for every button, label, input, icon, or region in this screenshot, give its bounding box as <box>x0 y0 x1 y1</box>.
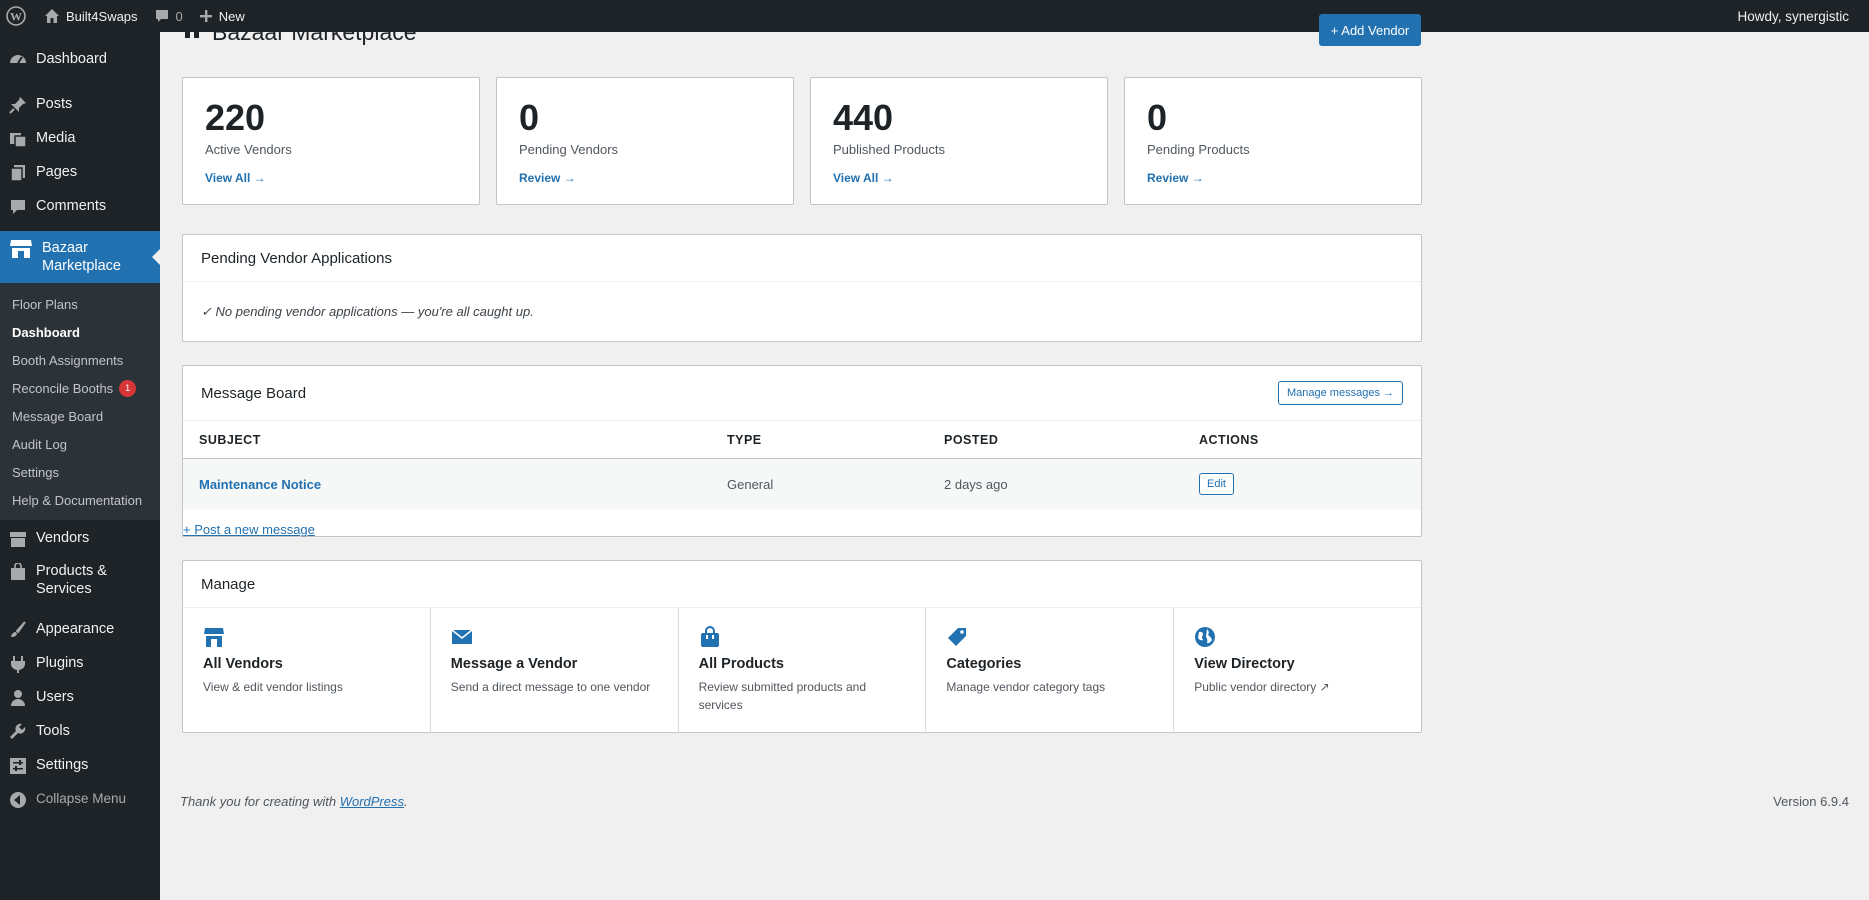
envelope-icon <box>451 626 658 652</box>
manage-view-directory[interactable]: View Directory Public vendor directory ↗ <box>1174 608 1421 733</box>
table-header: SUBJECT TYPE POSTED ACTIONS <box>183 421 1421 459</box>
menu-posts[interactable]: Posts <box>0 87 160 121</box>
store-icon <box>8 239 34 259</box>
store-icon <box>8 529 28 549</box>
reconcile-count-badge: 1 <box>119 379 137 397</box>
panel-title: Manage <box>201 575 256 593</box>
submenu-reconcile-booths[interactable]: Reconcile Booths 1 <box>0 374 160 402</box>
menu-users[interactable]: Users <box>0 680 160 714</box>
store-icon <box>182 20 202 45</box>
view-all-products-link[interactable]: View All → <box>833 171 1085 185</box>
admin-sidebar: Dashboard Posts Media Pages Comments Baz… <box>0 32 160 900</box>
message-subject-link[interactable]: Maintenance Notice <box>199 477 727 492</box>
edit-message-button[interactable]: Edit <box>1199 473 1234 495</box>
media-icon <box>8 129 28 149</box>
brush-icon <box>8 620 28 640</box>
stat-label: Active Vendors <box>205 142 292 157</box>
menu-bazaar-marketplace[interactable]: Bazaar Marketplace <box>0 231 160 283</box>
menu-dashboard[interactable]: Dashboard <box>0 42 160 76</box>
site-name-link[interactable]: Built4Swaps <box>36 0 146 32</box>
submenu-message-board[interactable]: Message Board <box>0 402 160 430</box>
menu-plugins[interactable]: Plugins <box>0 646 160 680</box>
post-new-message-link[interactable]: + Post a new message <box>183 522 315 537</box>
svg-text:W: W <box>10 10 22 24</box>
user-icon <box>8 688 28 708</box>
menu-products-services[interactable]: Products & Services <box>0 554 160 606</box>
menu-comments[interactable]: Comments <box>0 189 160 223</box>
site-name: Built4Swaps <box>66 8 138 24</box>
bag-icon <box>699 626 906 652</box>
empty-state-message: ✓ No pending vendor applications — you'r… <box>201 304 534 319</box>
stat-number: 220 <box>205 97 266 138</box>
menu-vendors[interactable]: Vendors <box>0 520 160 554</box>
footer-thanks: Thank you for creating with WordPress. <box>180 794 408 809</box>
panel-title: Pending Vendor Applications <box>201 249 392 267</box>
submenu-audit-log[interactable]: Audit Log <box>0 430 160 458</box>
wrench-icon <box>8 722 28 742</box>
message-type: General <box>727 476 774 492</box>
column-header-actions: ACTIONS <box>1199 432 1259 447</box>
globe-icon <box>1194 626 1401 652</box>
manage-message-vendor[interactable]: Message a Vendor Send a direct message t… <box>431 608 679 733</box>
stat-number: 0 <box>1147 97 1168 138</box>
column-header-type[interactable]: TYPE <box>727 433 944 447</box>
wordpress-link[interactable]: WordPress <box>340 794 404 809</box>
panel-title: Message Board <box>201 384 307 402</box>
manage-all-vendors[interactable]: All Vendors View & edit vendor listings <box>183 608 431 733</box>
review-vendors-link[interactable]: Review → <box>519 171 771 185</box>
menu-pages[interactable]: Pages <box>0 155 160 189</box>
store-icon <box>203 626 410 652</box>
settings-sliders-icon <box>8 756 28 776</box>
page-title: Bazaar Marketplace <box>212 19 417 45</box>
home-icon <box>44 8 60 24</box>
stat-card-active-vendors: 220 Active Vendors View All → <box>182 77 480 205</box>
column-header-subject[interactable]: SUBJECT <box>199 433 727 447</box>
manage-messages-button[interactable]: Manage messages → <box>1278 381 1403 405</box>
manage-categories[interactable]: Categories Manage vendor category tags <box>926 608 1175 733</box>
plug-icon <box>8 654 28 674</box>
table-row: Maintenance Notice General 2 days ago Ed… <box>183 459 1421 509</box>
add-vendor-button[interactable]: + Add Vendor <box>1319 14 1421 46</box>
tag-icon <box>946 626 1153 652</box>
menu-media[interactable]: Media <box>0 121 160 155</box>
submenu-floor-plans[interactable]: Floor Plans <box>0 290 160 318</box>
footer-version: Version 6.9.4 <box>1773 794 1849 809</box>
stat-label: Published Products <box>833 142 946 157</box>
dashboard-icon <box>8 50 28 70</box>
message-posted: 2 days ago <box>944 476 1008 492</box>
submenu-settings[interactable]: Settings <box>0 458 160 486</box>
bazaar-submenu: Floor Plans Dashboard Booth Assignments … <box>0 283 160 520</box>
stat-number: 0 <box>519 97 540 138</box>
menu-settings[interactable]: Settings <box>0 748 160 782</box>
howdy-account[interactable]: Howdy, synergistic <box>1729 0 1869 32</box>
stat-number: 440 <box>833 97 894 138</box>
pending-applications-panel: Pending Vendor Applications ✓ No pending… <box>182 234 1422 342</box>
menu-tools[interactable]: Tools <box>0 714 160 748</box>
stat-card-pending-products: 0 Pending Products Review → <box>1124 77 1422 205</box>
manage-panel: Manage All Vendors View & edit vendor li… <box>182 560 1422 733</box>
pages-icon <box>8 163 28 183</box>
stat-card-pending-vendors: 0 Pending Vendors Review → <box>496 77 794 205</box>
stat-label: Pending Products <box>1147 142 1250 157</box>
submenu-dashboard[interactable]: Dashboard <box>0 318 160 346</box>
stat-label: Pending Vendors <box>519 142 619 157</box>
wordpress-logo-icon[interactable]: W <box>0 0 36 32</box>
stat-card-published-products: 440 Published Products View All → <box>810 77 1108 205</box>
comments-icon <box>8 197 28 217</box>
column-header-posted[interactable]: POSTED <box>944 433 1199 447</box>
manage-all-products[interactable]: All Products Review submitted products a… <box>679 608 927 733</box>
bag-icon <box>8 562 28 582</box>
view-all-vendors-link[interactable]: View All → <box>205 171 457 185</box>
review-products-link[interactable]: Review → <box>1147 171 1399 185</box>
menu-collapse[interactable]: Collapse Menu <box>0 782 160 816</box>
page-header: Bazaar Marketplace <box>182 19 417 46</box>
comment-bubble-icon <box>154 8 170 24</box>
message-board-panel: Message Board Manage messages → SUBJECT … <box>182 365 1422 537</box>
menu-appearance[interactable]: Appearance <box>0 612 160 646</box>
collapse-arrow-icon <box>8 790 28 810</box>
pin-icon <box>8 95 28 115</box>
submenu-booth-assignments[interactable]: Booth Assignments <box>0 346 160 374</box>
submenu-help-documentation[interactable]: Help & Documentation <box>0 486 160 514</box>
